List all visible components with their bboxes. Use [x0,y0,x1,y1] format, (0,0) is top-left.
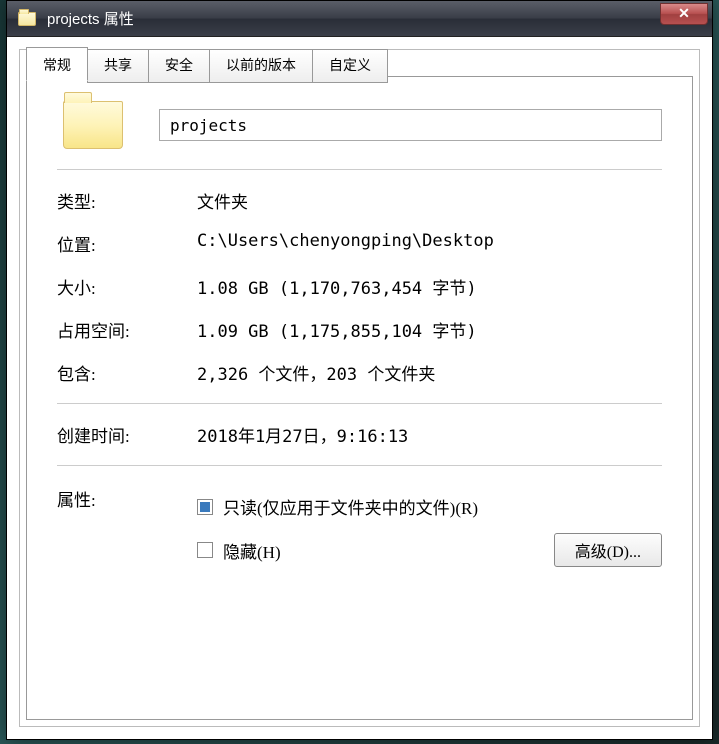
hidden-advanced-row: 隐藏(H) 高级(D)... [197,533,662,567]
size-on-disk-label: 占用空间: [57,317,197,342]
properties-window: projects 属性 ✕ 常规 共享 安全 以前的版本 自定义 类型: [6,0,713,740]
readonly-label[interactable]: 只读(仅应用于文件夹中的文件)(R) [223,494,478,519]
size-row: 大小: 1.08 GB (1,170,763,454 字节) [57,274,662,299]
separator [57,403,662,404]
dialog-body: 常规 共享 安全 以前的版本 自定义 类型: 文件夹 位置: C:\U [7,37,712,739]
close-icon: ✕ [678,5,690,22]
separator [57,465,662,466]
name-row [57,101,662,149]
size-on-disk-value: 1.09 GB (1,175,855,104 字节) [197,317,662,342]
attributes-controls: 只读(仅应用于文件夹中的文件)(R) 隐藏(H) 高级(D)... [197,484,662,567]
tab-strip: 常规 共享 安全 以前的版本 自定义 [26,49,387,83]
folder-icon [17,9,37,29]
created-row: 创建时间: 2018年1月27日，9:16:13 [57,422,662,447]
contains-label: 包含: [57,360,197,385]
type-row: 类型: 文件夹 [57,188,662,213]
location-row: 位置: C:\Users\chenyongping\Desktop [57,231,662,256]
folder-large-icon [63,101,123,149]
tab-sharing[interactable]: 共享 [87,49,149,83]
separator [57,169,662,170]
contains-row: 包含: 2,326 个文件，203 个文件夹 [57,360,662,385]
hidden-checkbox[interactable] [197,542,213,558]
close-button[interactable]: ✕ [660,3,708,25]
tab-customize[interactable]: 自定义 [312,49,388,83]
location-label: 位置: [57,231,197,256]
size-value: 1.08 GB (1,170,763,454 字节) [197,274,662,299]
type-label: 类型: [57,188,197,213]
size-label: 大小: [57,274,197,299]
titlebar[interactable]: projects 属性 ✕ [7,1,712,37]
attributes-label: 属性: [57,484,197,511]
size-on-disk-row: 占用空间: 1.09 GB (1,175,855,104 字节) [57,317,662,342]
created-label: 创建时间: [57,422,197,447]
created-value: 2018年1月27日，9:16:13 [197,422,662,447]
folder-name-input[interactable] [159,109,662,141]
hidden-row: 隐藏(H) [197,538,281,563]
attributes-section: 属性: 只读(仅应用于文件夹中的文件)(R) 隐藏(H) 高级(D)... [57,484,662,567]
tab-security[interactable]: 安全 [148,49,210,83]
tab-container: 常规 共享 安全 以前的版本 自定义 类型: 文件夹 位置: C:\U [19,49,700,727]
tab-general[interactable]: 常规 [26,47,88,81]
general-panel: 类型: 文件夹 位置: C:\Users\chenyongping\Deskto… [26,76,693,720]
tab-previous-versions[interactable]: 以前的版本 [209,49,313,83]
readonly-row: 只读(仅应用于文件夹中的文件)(R) [197,494,662,519]
hidden-label[interactable]: 隐藏(H) [223,538,281,563]
readonly-checkbox[interactable] [197,499,213,515]
type-value: 文件夹 [197,188,662,213]
advanced-button[interactable]: 高级(D)... [554,533,662,567]
contains-value: 2,326 个文件，203 个文件夹 [197,360,662,385]
location-value: C:\Users\chenyongping\Desktop [197,231,662,256]
window-title: projects 属性 [47,8,660,29]
